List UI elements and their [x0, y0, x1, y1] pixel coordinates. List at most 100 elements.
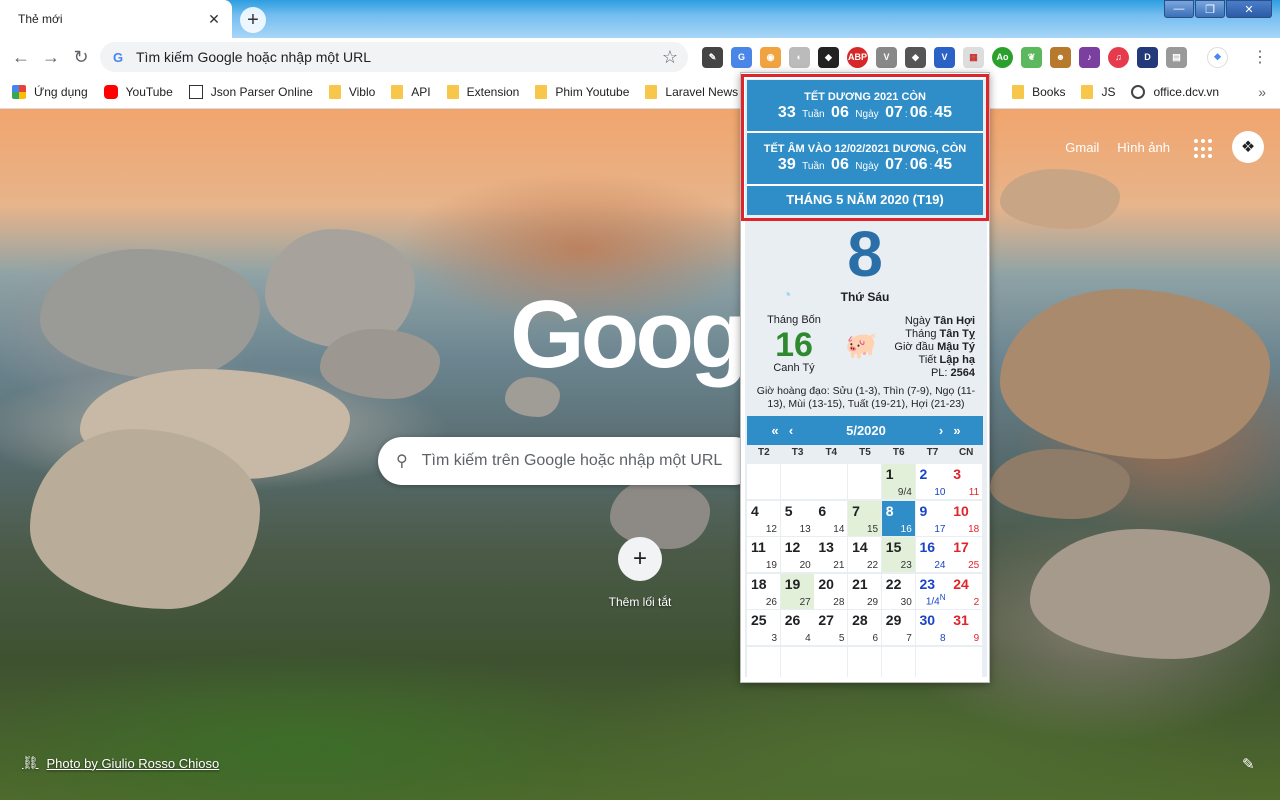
bookmark-item[interactable]: Laravel News: [645, 85, 738, 99]
day-cell[interactable]: 10 18: [949, 500, 983, 536]
lunar-date: 7: [906, 633, 912, 644]
bookmark-item[interactable]: Json Parser Online: [188, 85, 313, 99]
leaf-icon[interactable]: ❦: [1021, 46, 1042, 68]
profile-icon[interactable]: ❖: [1207, 46, 1228, 68]
bookmark-item[interactable]: Extension: [446, 85, 520, 99]
translate-icon[interactable]: G: [731, 46, 752, 68]
day-cell[interactable]: 3 11: [949, 464, 983, 499]
bookmark-item[interactable]: Phim Youtube: [535, 85, 629, 99]
day-cell[interactable]: 29 7: [881, 610, 915, 645]
d-icon[interactable]: D: [1137, 46, 1158, 68]
day-cell[interactable]: 18 26: [747, 573, 780, 609]
solar-date: 1: [885, 466, 894, 482]
vue-icon[interactable]: V: [876, 46, 897, 68]
solar-date: 28: [852, 612, 868, 628]
lunar-date: 10: [934, 487, 946, 498]
cube-icon[interactable]: ◆: [818, 46, 839, 68]
bookmark-label: Extension: [466, 85, 520, 99]
lunar-date: 20: [799, 560, 811, 571]
owl-icon[interactable]: ◉: [760, 46, 781, 68]
lunar-date: 23: [900, 560, 912, 571]
solar-date: 10: [953, 502, 969, 519]
next-month-button[interactable]: ›: [933, 423, 949, 438]
day-cell[interactable]: 1 9/4: [881, 464, 915, 499]
prev-year-button[interactable]: «: [767, 423, 783, 438]
omnibox[interactable]: G Tìm kiếm Google hoặc nhập một URL ☆: [100, 42, 688, 72]
bookmark-item[interactable]: API: [391, 85, 431, 99]
music-box-icon[interactable]: ♪: [1079, 46, 1100, 68]
add-shortcut-button[interactable]: + Thêm lối tắt: [604, 537, 676, 609]
bookmark-item[interactable]: JS: [1081, 85, 1115, 99]
images-link[interactable]: Hình ảnh: [1117, 140, 1170, 155]
photo-credit-link[interactable]: ⛓ Photo by Giulio Rosso Chioso: [22, 755, 219, 771]
close-icon[interactable]: ✕: [206, 11, 222, 27]
day-cell[interactable]: 15 23: [881, 537, 915, 572]
day-cell[interactable]: 6 14: [814, 500, 848, 536]
gmail-link[interactable]: Gmail: [1065, 140, 1099, 155]
day-cell[interactable]: 20 28: [814, 573, 848, 609]
day-cell[interactable]: 28 6: [848, 610, 882, 645]
cookie-icon[interactable]: ◐: [789, 46, 810, 68]
bookmark-item[interactable]: YouTube: [103, 85, 173, 99]
day-cell[interactable]: 5 13: [780, 500, 814, 536]
day-cell[interactable]: 12 20: [780, 537, 814, 572]
day-cell[interactable]: 23 1/4: [915, 573, 949, 609]
solar-date: 4: [751, 502, 759, 519]
day-cell[interactable]: 13 21: [814, 537, 848, 572]
prev-month-button[interactable]: ‹: [783, 423, 799, 438]
day-cell[interactable]: 31 9: [949, 610, 983, 645]
day-cell[interactable]: 9 17: [915, 500, 949, 536]
calendar-icon[interactable]: ▦: [963, 46, 984, 68]
new-tab-button[interactable]: +: [240, 7, 266, 33]
day-cell[interactable]: 21 29: [848, 573, 882, 609]
lunar-date: 3: [771, 633, 777, 644]
game-icon[interactable]: ☻: [1050, 46, 1071, 68]
table-icon[interactable]: ▤: [1166, 46, 1187, 68]
menu-dots-icon[interactable]: ⋮: [1252, 47, 1268, 67]
day-cell[interactable]: 14 22: [848, 537, 882, 572]
minimize-button[interactable]: —: [1164, 0, 1194, 18]
bookmark-item[interactable]: Books: [1012, 85, 1065, 99]
music-note-icon[interactable]: ♫: [1108, 46, 1129, 68]
rock: [1000, 289, 1270, 459]
lunar-date: 9/4: [897, 487, 912, 498]
day-cell[interactable]: 7 15: [848, 500, 882, 536]
window-close-button[interactable]: ✕: [1226, 0, 1272, 18]
forward-arrow-icon[interactable]: →: [36, 42, 66, 72]
day-cell[interactable]: 16 24: [915, 537, 949, 572]
next-year-button[interactable]: »: [949, 423, 965, 438]
solar-date: 31: [953, 612, 969, 628]
day-cell[interactable]: 27 5: [814, 610, 848, 645]
bookmark-item[interactable]: Viblo: [328, 85, 375, 99]
v-icon[interactable]: V: [934, 46, 955, 68]
day-cell[interactable]: 19 27: [780, 573, 814, 609]
day-cell[interactable]: 24 2: [949, 573, 983, 609]
solar-date: 21: [852, 575, 868, 592]
tab-new-tab[interactable]: Thẻ mới ✕: [0, 0, 232, 38]
day-cell[interactable]: 30 8: [915, 610, 949, 645]
day-cell[interactable]: 25 3: [747, 610, 780, 645]
day-cell[interactable]: 17 25: [949, 537, 983, 572]
adblock-icon[interactable]: ABP: [847, 46, 868, 68]
account-avatar[interactable]: ❖: [1232, 131, 1264, 163]
newtab-search-box[interactable]: ⚲ Tìm kiếm trên Google hoặc nhập một URL: [378, 437, 758, 485]
bookmark-item[interactable]: office.dcv.vn: [1131, 85, 1219, 99]
day-cell[interactable]: 26 4: [780, 610, 814, 645]
eyedropper-icon[interactable]: ✎: [702, 46, 723, 68]
diamond-icon[interactable]: ◆: [905, 46, 926, 68]
day-cell[interactable]: 11 19: [747, 537, 780, 572]
day-cell[interactable]: 22 30: [881, 573, 915, 609]
day-cell[interactable]: 4 12: [747, 500, 780, 536]
more-bookmarks-chevron-icon[interactable]: »: [1258, 84, 1266, 100]
bookmark-star-icon[interactable]: ☆: [662, 47, 678, 68]
reload-icon[interactable]: ↻: [66, 42, 96, 72]
customize-pencil-icon[interactable]: ✎: [1242, 755, 1255, 773]
bookmark-item[interactable]: Ứng dụng: [12, 85, 88, 99]
highlight-box: [741, 74, 989, 221]
day-cell[interactable]: 2 10: [915, 464, 949, 499]
back-arrow-icon[interactable]: ←: [6, 42, 36, 72]
google-apps-icon[interactable]: [1194, 139, 1214, 159]
ao-icon[interactable]: Ao: [992, 46, 1013, 68]
today-cell[interactable]: 8 16: [881, 500, 915, 536]
maximize-button[interactable]: ❐: [1195, 0, 1225, 18]
